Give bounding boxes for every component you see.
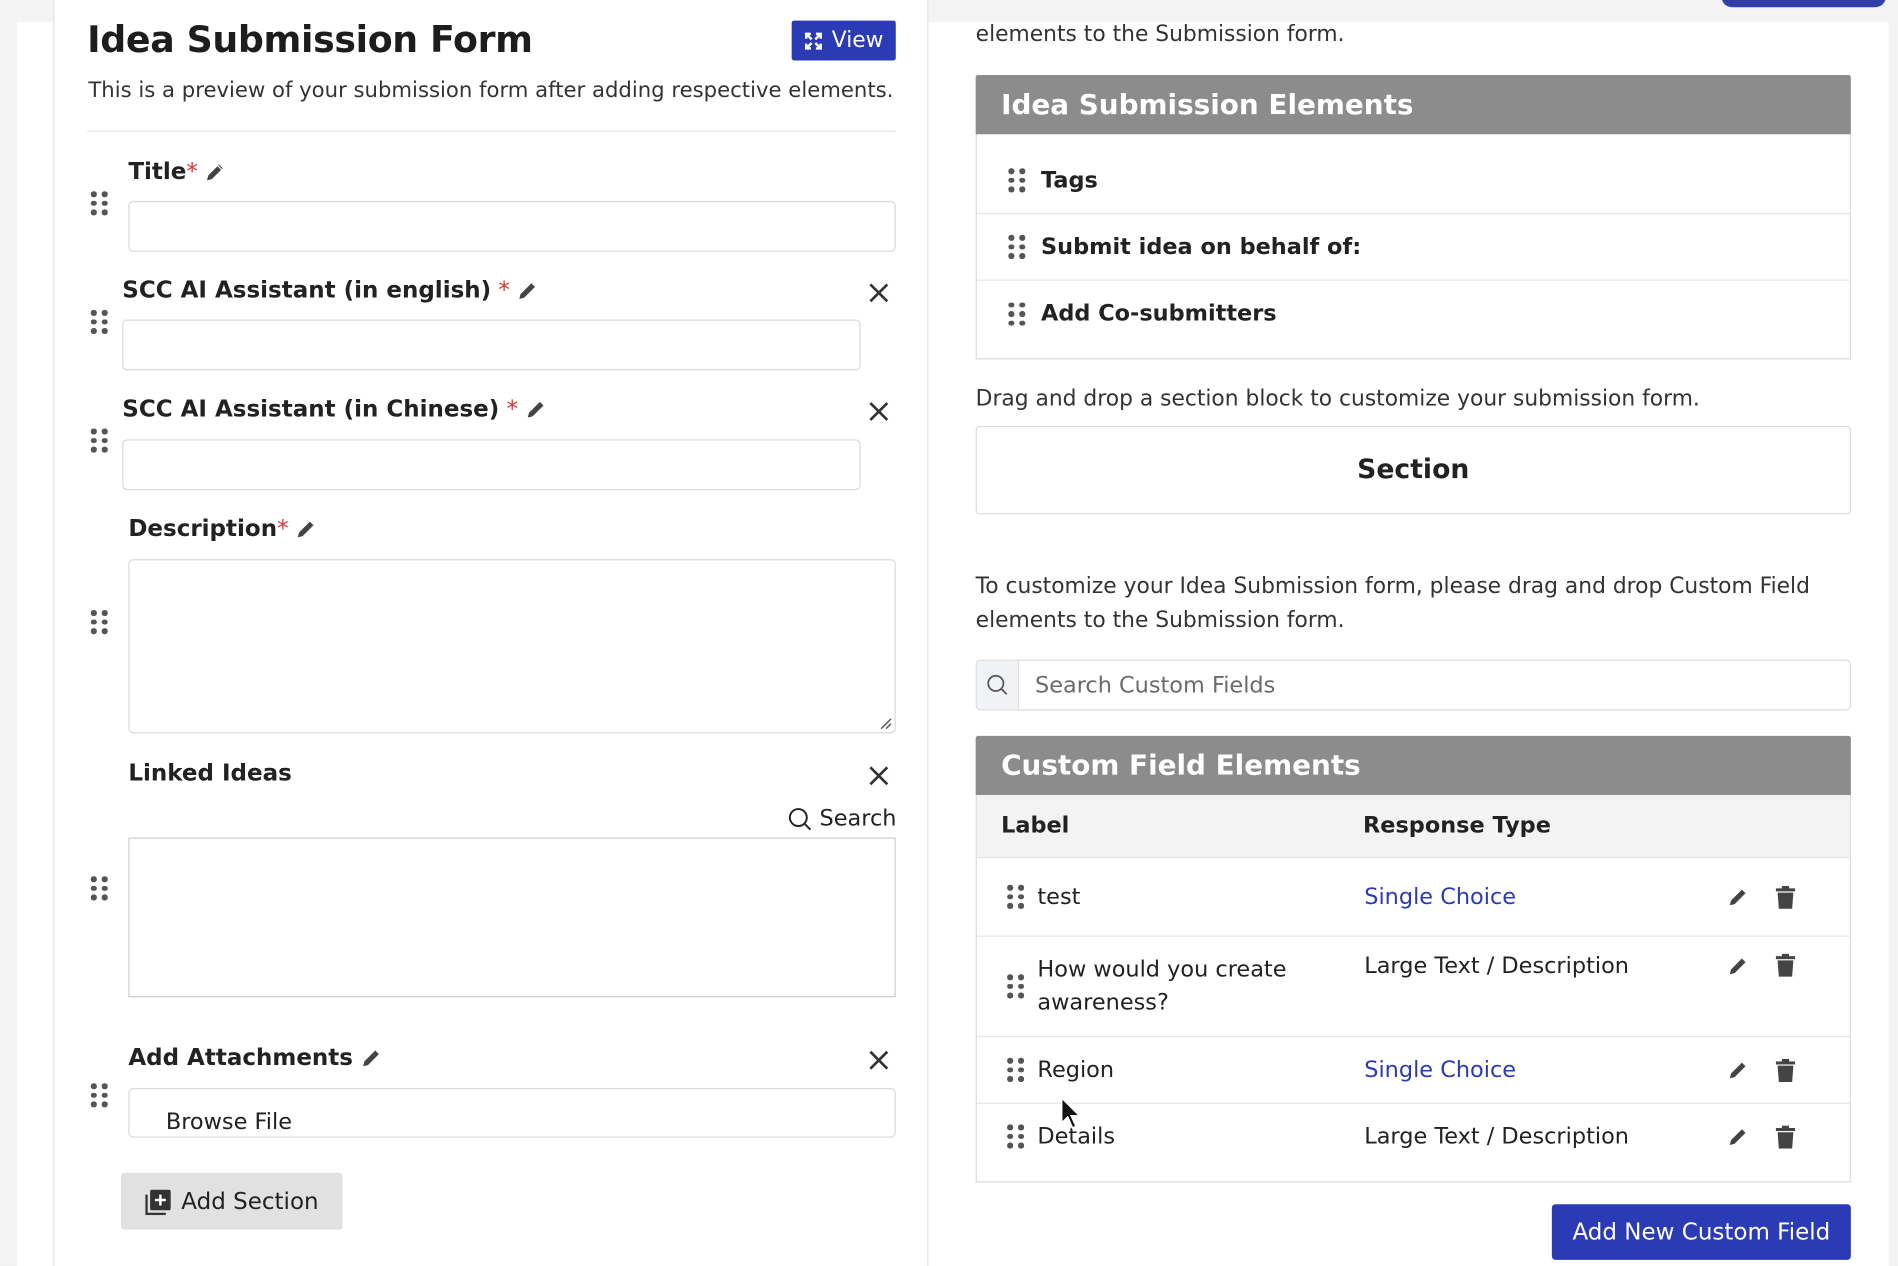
drag-handle-icon[interactable] bbox=[1007, 1123, 1024, 1150]
trash-icon[interactable] bbox=[1775, 1124, 1796, 1148]
drag-handle-icon[interactable] bbox=[1008, 167, 1025, 194]
page-title: Idea Submission Form bbox=[87, 19, 533, 62]
custom-field-header: Custom Field Elements bbox=[975, 735, 1851, 796]
idea-elements-panel: Idea Submission Elements Tags Submit ide… bbox=[975, 75, 1851, 360]
browse-file-input[interactable]: Browse File bbox=[128, 1088, 896, 1138]
table-row[interactable]: Details Large Text / Description bbox=[976, 1102, 1850, 1170]
search-input[interactable]: Search Custom Fields bbox=[1019, 661, 1275, 709]
pencil-icon[interactable] bbox=[1727, 1059, 1749, 1081]
form-subtitle: This is a preview of your submission for… bbox=[88, 78, 894, 103]
row-label: Region bbox=[1037, 1057, 1115, 1083]
linked-ideas-box[interactable] bbox=[128, 837, 896, 998]
element-item-co-submitters[interactable]: Add Co-submitters bbox=[977, 281, 1850, 348]
customize-instructions: To customize your Idea Submission form, … bbox=[975, 573, 1810, 633]
add-section-button[interactable]: Add Section bbox=[121, 1172, 343, 1230]
expand-icon bbox=[805, 32, 823, 50]
row-type: Large Text / Description bbox=[1364, 1123, 1629, 1150]
add-box-icon bbox=[144, 1189, 171, 1215]
drag-handle-icon[interactable] bbox=[1007, 884, 1024, 911]
drag-handle-icon[interactable] bbox=[1007, 973, 1024, 1000]
drag-handle-icon[interactable] bbox=[90, 427, 108, 454]
search-icon bbox=[788, 807, 812, 830]
pencil-icon[interactable] bbox=[1727, 886, 1749, 908]
pencil-icon[interactable] bbox=[1727, 955, 1749, 977]
view-button[interactable]: View bbox=[791, 20, 896, 61]
drag-handle-icon[interactable] bbox=[90, 1082, 108, 1109]
column-response-type: Response Type bbox=[1363, 813, 1551, 839]
close-icon[interactable] bbox=[867, 399, 891, 423]
custom-field-panel: Custom Field Elements Label Response Typ… bbox=[975, 735, 1851, 1183]
row-label: test bbox=[1037, 884, 1081, 910]
row-label: How would you create awareness? bbox=[1037, 957, 1287, 1016]
custom-field-table: Label Response Type test Single Choice H… bbox=[975, 795, 1851, 1183]
drag-handle-icon[interactable] bbox=[90, 190, 108, 217]
drag-instructions: Drag and drop a section block to customi… bbox=[975, 386, 1700, 412]
divider bbox=[87, 130, 896, 132]
close-icon[interactable] bbox=[867, 281, 891, 305]
resize-grip-icon[interactable] bbox=[878, 715, 893, 730]
required-mark: * bbox=[277, 515, 289, 543]
close-icon[interactable] bbox=[867, 764, 891, 788]
search-icon-box bbox=[976, 660, 1020, 710]
table-row[interactable]: test Single Choice bbox=[976, 856, 1850, 936]
add-custom-field-button[interactable]: Add New Custom Field bbox=[1551, 1204, 1851, 1260]
intro-text-tail: elements to the Submission form. bbox=[975, 21, 1345, 48]
drag-handle-icon[interactable] bbox=[90, 875, 108, 902]
pencil-icon[interactable] bbox=[296, 518, 318, 540]
field-label-attachments: Add Attachments bbox=[128, 1044, 382, 1071]
pencil-icon[interactable] bbox=[525, 398, 547, 420]
trash-icon[interactable] bbox=[1775, 953, 1796, 977]
browse-file-label: Browse File bbox=[165, 1109, 292, 1136]
drag-handle-icon[interactable] bbox=[1008, 301, 1025, 328]
required-mark: * bbox=[498, 277, 510, 304]
field-label-ai-english: SCC AI Assistant (in english) * bbox=[122, 277, 539, 304]
row-type[interactable]: Single Choice bbox=[1364, 1057, 1516, 1082]
drag-handle-icon[interactable] bbox=[1007, 1057, 1024, 1084]
table-row[interactable]: How would you create awareness? Large Te… bbox=[976, 935, 1850, 1036]
drag-handle-icon[interactable] bbox=[90, 609, 108, 636]
app-stage: Idea Submission Form This is a preview o… bbox=[0, 0, 1898, 1266]
idea-elements-header: Idea Submission Elements bbox=[975, 75, 1851, 135]
pencil-icon[interactable] bbox=[1727, 1126, 1749, 1148]
ai-chinese-input[interactable] bbox=[122, 439, 861, 491]
element-item-submit-on-behalf[interactable]: Submit idea on behalf of: bbox=[976, 214, 1850, 281]
title-input[interactable] bbox=[128, 200, 896, 252]
table-header: Label Response Type bbox=[976, 795, 1850, 857]
ai-english-input[interactable] bbox=[122, 319, 861, 371]
close-icon[interactable] bbox=[867, 1048, 891, 1072]
field-label-description: Description * bbox=[128, 515, 318, 543]
field-label-linked-ideas: Linked Ideas bbox=[128, 760, 292, 787]
search-icon bbox=[987, 674, 1008, 695]
pencil-icon[interactable] bbox=[517, 280, 539, 302]
trash-icon[interactable] bbox=[1775, 1058, 1796, 1082]
top-action-button[interactable] bbox=[1721, 0, 1886, 8]
trash-icon[interactable] bbox=[1775, 885, 1796, 909]
pencil-icon[interactable] bbox=[205, 161, 227, 183]
table-row[interactable]: Region Single Choice bbox=[976, 1036, 1850, 1103]
field-label-title: Title * bbox=[128, 158, 227, 186]
description-textarea[interactable] bbox=[128, 559, 896, 734]
drag-handle-icon[interactable] bbox=[90, 309, 108, 336]
linked-ideas-search[interactable]: Search bbox=[788, 806, 896, 831]
idea-elements-list: Tags Submit idea on behalf of: Add Co-su… bbox=[975, 134, 1851, 360]
required-mark: * bbox=[186, 158, 198, 186]
custom-field-search[interactable]: Search Custom Fields bbox=[975, 659, 1851, 711]
element-item-tags[interactable]: Tags bbox=[976, 148, 1850, 215]
field-label-ai-chinese: SCC AI Assistant (in Chinese) * bbox=[122, 395, 547, 423]
row-type: Large Text / Description bbox=[1364, 953, 1629, 980]
section-block[interactable]: Section bbox=[975, 426, 1851, 515]
required-mark: * bbox=[506, 395, 519, 423]
pencil-icon[interactable] bbox=[360, 1047, 382, 1069]
mouse-cursor-icon bbox=[1060, 1096, 1082, 1130]
drag-handle-icon[interactable] bbox=[1008, 234, 1025, 261]
view-label: View bbox=[831, 27, 884, 54]
column-label: Label bbox=[1001, 813, 1070, 839]
row-type[interactable]: Single Choice bbox=[1364, 884, 1516, 909]
